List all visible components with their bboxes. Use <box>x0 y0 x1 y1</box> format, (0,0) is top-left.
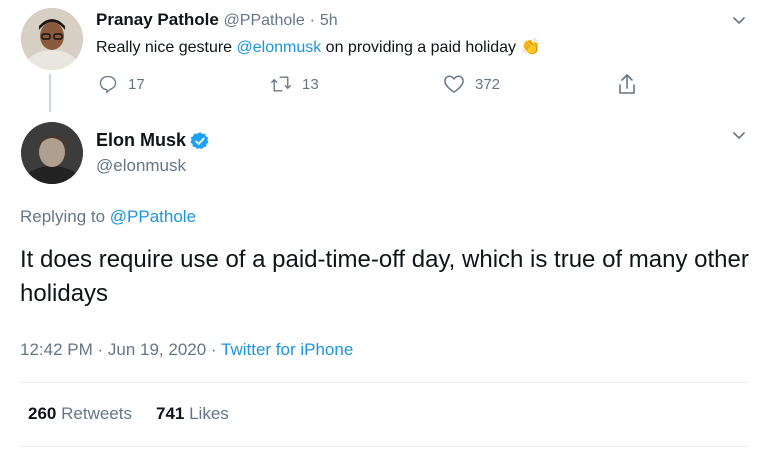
reply-action[interactable]: 17 <box>98 74 145 94</box>
heart-icon <box>444 75 464 93</box>
reply-author-handle[interactable]: @PPathole <box>224 12 305 29</box>
mention-link[interactable]: @elonmusk <box>237 39 322 56</box>
dot-separator: · <box>210 340 217 359</box>
replying-to-handle[interactable]: @PPathole <box>110 207 196 226</box>
divider <box>20 446 748 447</box>
replying-prefix: Replying to <box>20 207 110 226</box>
like-count: 372 <box>475 75 501 93</box>
reply-tweet-header: Pranay Pathole @PPathole · 5h <box>96 10 338 30</box>
likes-label: Likes <box>189 404 229 423</box>
retweets-count: 260 <box>28 404 57 423</box>
share-icon <box>619 74 635 94</box>
avatar-elon[interactable] <box>21 122 83 184</box>
reply-text-after: on providing a paid holiday <box>321 39 517 56</box>
tweet-source-link[interactable]: Twitter for iPhone <box>221 340 353 359</box>
tweet-meta: 12:42 PM · Jun 19, 2020 · Twitter for iP… <box>20 340 353 360</box>
retweet-icon <box>271 76 291 92</box>
clap-emoji: 👏 <box>520 39 541 56</box>
reply-icon <box>99 75 117 94</box>
main-tweet-text: It does require use of a paid-time-off d… <box>20 246 749 307</box>
likes-stat[interactable]: 741 Likes <box>156 404 229 424</box>
retweets-label: Retweets <box>61 404 132 423</box>
replying-to-line: Replying to @PPathole <box>20 207 196 227</box>
reply-text-before: Really nice gesture <box>96 39 237 56</box>
share-action[interactable] <box>617 73 637 95</box>
main-author-name[interactable]: Elon Musk <box>96 130 186 151</box>
tweet-timestamp[interactable]: 12:42 PM · Jun 19, 2020 <box>20 340 206 359</box>
chevron-down-icon[interactable] <box>733 15 745 27</box>
dot-separator: · <box>309 10 316 29</box>
main-author-name-row: Elon Musk <box>96 130 210 151</box>
reply-author-name[interactable]: Pranay Pathole <box>96 10 219 29</box>
chevron-down-icon[interactable] <box>733 130 745 142</box>
main-author-handle[interactable]: @elonmusk <box>96 156 186 176</box>
thread-connector-line <box>49 74 51 112</box>
tweet-stats: 260 Retweets 741 Likes <box>28 404 229 424</box>
verified-badge-icon <box>190 131 209 149</box>
likes-count: 741 <box>155 404 185 423</box>
avatar-pranay[interactable] <box>21 8 83 70</box>
divider <box>20 382 748 383</box>
reply-count: 17 <box>128 75 145 93</box>
reply-tweet-text: Really nice gesture @elonmusk on providi… <box>96 37 540 57</box>
like-action[interactable]: 372 <box>443 74 500 94</box>
retweet-count: 13 <box>302 75 319 93</box>
retweet-action[interactable]: 13 <box>270 74 319 94</box>
reply-time[interactable]: 5h <box>320 12 338 29</box>
retweets-stat[interactable]: 260 Retweets <box>28 404 132 424</box>
